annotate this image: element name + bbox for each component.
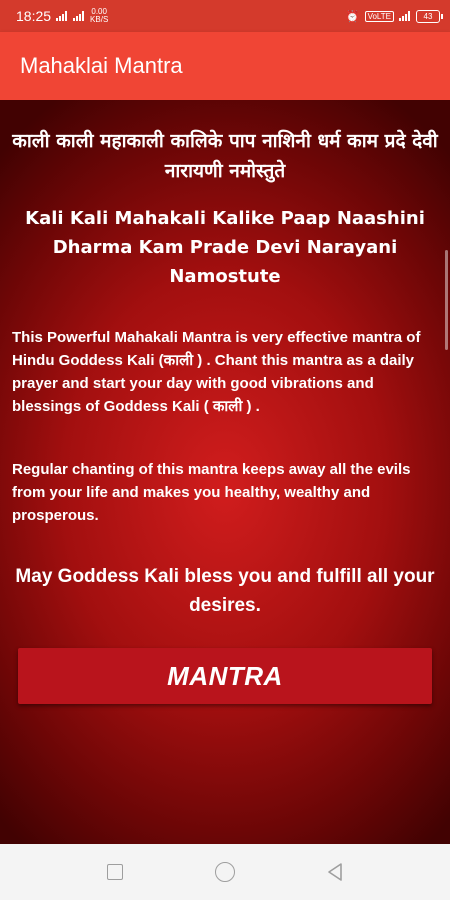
app-title: Mahaklai Mantra xyxy=(20,53,183,78)
mantra-hindi: काली काली महाकाली कालिके पाप नाशिनी धर्म… xyxy=(12,130,438,182)
mantra-button[interactable]: MANTRA xyxy=(18,648,432,704)
network-speed: 0.00 KB/S xyxy=(90,8,108,24)
blessing-text: May Goddess Kali bless you and fulfill a… xyxy=(15,566,435,616)
home-button[interactable] xyxy=(205,852,245,892)
navigation-bar xyxy=(0,844,450,900)
status-bar-left: 18:25 0.00 KB/S xyxy=(16,8,108,25)
back-button[interactable] xyxy=(315,852,355,892)
cell-signal-icon xyxy=(399,11,411,21)
mantra-english: Kali Kali Mahakali Kalike Paap Naashini … xyxy=(25,208,425,287)
signal-icon-2 xyxy=(73,11,85,21)
network-speed-unit: KB/S xyxy=(90,15,109,24)
status-bar: 18:25 0.00 KB/S ⏰ VoLTE 43 xyxy=(0,0,450,32)
recents-button[interactable] xyxy=(95,852,135,892)
scrollbar[interactable] xyxy=(445,250,448,350)
alarm-icon: ⏰ xyxy=(345,10,360,23)
home-circle-icon xyxy=(215,862,235,882)
main-content[interactable]: काली काली महाकाली कालिके पाप नाशिनी धर्म… xyxy=(0,100,450,844)
signal-icon xyxy=(56,11,68,21)
status-bar-right: ⏰ VoLTE 43 xyxy=(345,9,443,23)
battery-icon: 43 xyxy=(416,9,443,23)
volte-badge: VoLTE xyxy=(364,10,394,22)
back-triangle-icon xyxy=(328,863,342,881)
description-paragraph-2: Regular chanting of this mantra keeps aw… xyxy=(12,461,411,524)
status-time: 18:25 xyxy=(16,8,52,24)
recents-square-icon xyxy=(107,864,123,880)
description-paragraph-1: This Powerful Mahakali Mantra is very ef… xyxy=(12,329,421,415)
app-bar: Mahaklai Mantra xyxy=(0,32,450,100)
